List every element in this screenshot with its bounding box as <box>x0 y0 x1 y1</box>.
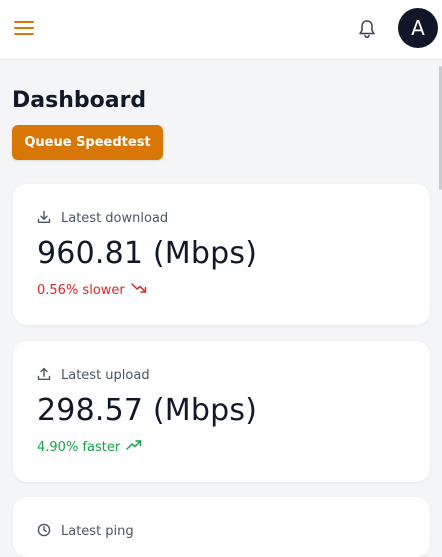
download-speed-value: 960.81 (Mbps) <box>37 236 258 271</box>
latest-upload-card: Latest upload 298.57 (Mbps) 4.90% faster <box>13 341 430 482</box>
upload-speed-value: 298.57 (Mbps) <box>37 393 258 428</box>
bell-icon[interactable] <box>357 18 377 40</box>
clock-icon <box>37 522 61 541</box>
card-label: Latest download <box>61 210 169 226</box>
trending-down-icon <box>125 282 147 298</box>
upload-change: 4.90% faster <box>37 439 142 455</box>
download-change: 0.56% slower <box>37 282 147 298</box>
card-label: Latest upload <box>61 367 150 383</box>
card-header: Latest upload <box>37 367 150 383</box>
latest-download-card: Latest download 960.81 (Mbps) 0.56% slow… <box>13 184 430 325</box>
avatar[interactable]: A <box>398 8 438 48</box>
card-label: Latest ping <box>61 523 134 539</box>
card-header: Latest download <box>37 210 168 226</box>
change-text: 0.56% slower <box>37 282 125 298</box>
queue-speedtest-button[interactable]: Queue Speedtest <box>12 125 163 160</box>
card-header: Latest ping <box>37 523 134 539</box>
hamburger-menu-icon[interactable] <box>14 19 34 37</box>
download-icon <box>37 209 61 228</box>
upload-icon <box>37 366 61 385</box>
trending-up-icon <box>120 439 142 455</box>
latest-ping-card: Latest ping <box>13 497 430 557</box>
page-title: Dashboard <box>12 88 147 113</box>
top-bar: A <box>0 0 442 60</box>
change-text: 4.90% faster <box>37 439 121 455</box>
